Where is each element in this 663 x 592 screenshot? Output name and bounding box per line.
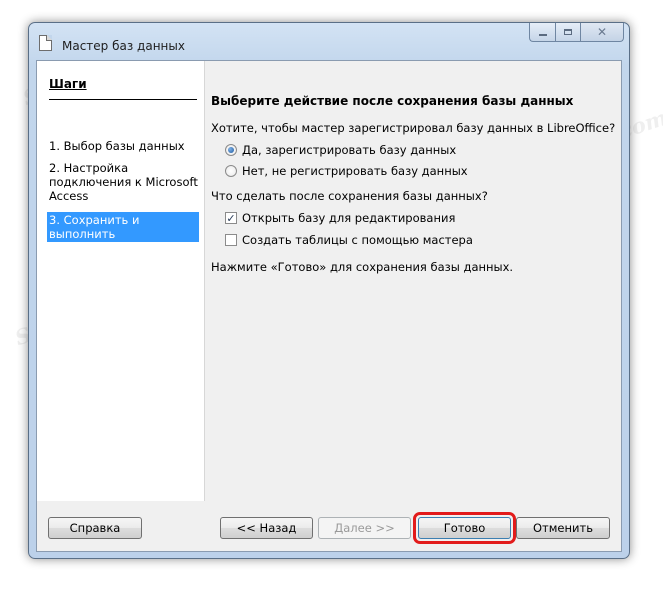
- back-button[interactable]: << Назад: [220, 517, 313, 539]
- create-tables-checkbox[interactable]: Создать таблицы с помощью мастера: [225, 233, 473, 247]
- finish-note: Нажмите «Готово» для сохранения базы дан…: [211, 260, 514, 274]
- wizard-client-area: Шаги 1. Выбор базы данных 2. Настройка п…: [36, 60, 622, 552]
- radio-checked-icon[interactable]: [225, 144, 237, 156]
- next-button-disabled: Далее >>: [318, 517, 411, 539]
- caption-buttons: ✕: [529, 23, 624, 43]
- cancel-button[interactable]: Отменить: [516, 517, 610, 539]
- after-save-question: Что сделать после сохранения базы данных…: [211, 189, 488, 203]
- open-for-editing-checkbox[interactable]: ✓ Открыть базу для редактирования: [225, 211, 455, 225]
- register-no-label: Нет, не регистрировать базу данных: [242, 164, 468, 178]
- screenshot-stage: Soringpcrepair.com Soringpcrepair.com So…: [0, 0, 663, 592]
- close-button[interactable]: ✕: [580, 23, 624, 42]
- minimize-button[interactable]: [529, 23, 555, 42]
- help-button[interactable]: Справка: [48, 517, 142, 539]
- sidebar-step-select-database[interactable]: 1. Выбор базы данных: [49, 139, 199, 153]
- sidebar-step-configure-connection[interactable]: 2. Настройка подключения к Microsoft Acc…: [49, 161, 199, 203]
- steps-title: Шаги: [49, 77, 87, 91]
- sidebar-step-save-and-proceed[interactable]: 3. Сохранить и выполнить: [47, 212, 199, 242]
- button-bar: Справка << Назад Далее >> Готово Отменит…: [37, 501, 621, 551]
- steps-divider: [49, 99, 197, 100]
- checkmark-icon[interactable]: ✓: [225, 212, 237, 224]
- page-title: Выберите действие после сохранения базы …: [211, 94, 574, 108]
- title-bar[interactable]: Мастер баз данных ✕: [29, 23, 629, 53]
- register-yes-label: Да, зарегистрировать базу данных: [242, 143, 457, 157]
- steps-sidebar: Шаги 1. Выбор базы данных 2. Настройка п…: [37, 61, 204, 501]
- register-question: Хотите, чтобы мастер зарегистрировал баз…: [211, 121, 616, 135]
- open-for-editing-label: Открыть базу для редактирования: [242, 211, 456, 225]
- register-yes-radio[interactable]: Да, зарегистрировать базу данных: [225, 143, 456, 157]
- radio-unchecked-icon[interactable]: [225, 165, 237, 177]
- maximize-icon: [564, 29, 572, 35]
- close-icon: ✕: [596, 25, 608, 39]
- maximize-button[interactable]: [555, 23, 580, 42]
- window-title: Мастер баз данных: [62, 39, 185, 53]
- register-no-radio[interactable]: Нет, не регистрировать базу данных: [225, 164, 468, 178]
- minimize-icon: [538, 34, 547, 36]
- database-wizard-window: Мастер баз данных ✕ Шаги 1. Выбор базы д…: [28, 22, 630, 559]
- create-tables-label: Создать таблицы с помощью мастера: [242, 233, 473, 247]
- wizard-page: Выберите действие после сохранения базы …: [205, 61, 621, 501]
- checkbox-empty-icon[interactable]: [225, 234, 237, 246]
- finish-button[interactable]: Готово: [418, 517, 511, 539]
- document-icon: [39, 35, 52, 51]
